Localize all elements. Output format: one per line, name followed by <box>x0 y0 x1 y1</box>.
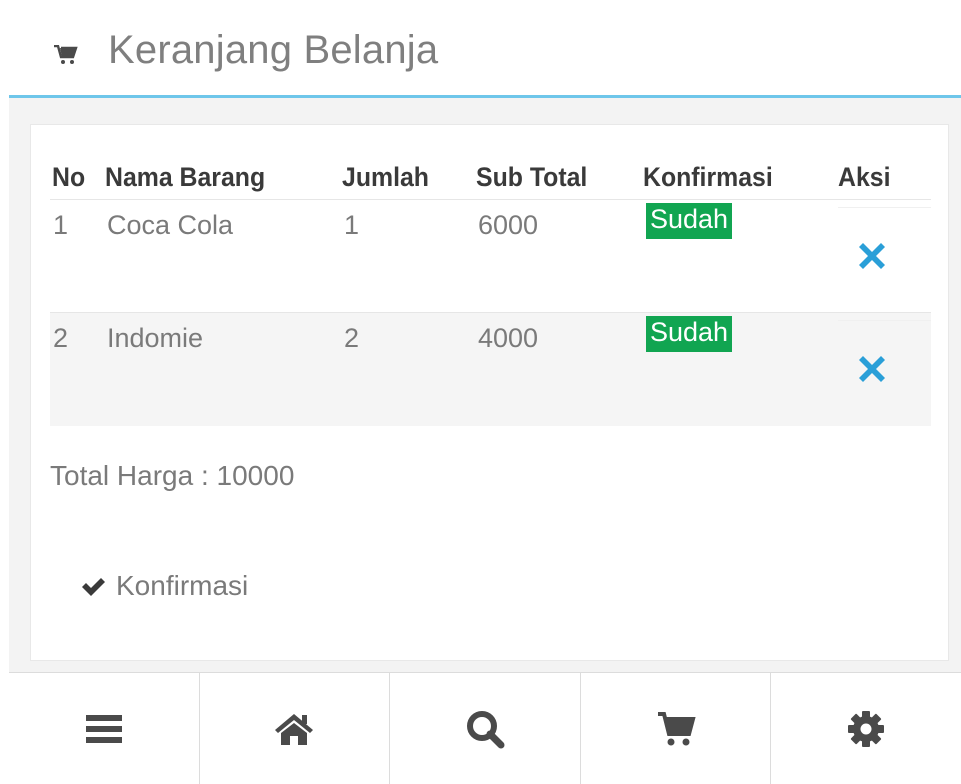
column-header-no: No <box>52 162 86 192</box>
delete-x-icon[interactable] <box>854 238 890 274</box>
cell-subtotal: 4000 <box>478 323 539 353</box>
nav-search[interactable] <box>390 673 581 784</box>
column-header-action: Aksi <box>838 162 891 192</box>
shopping-cart-page: Keranjang Belanja No Nama Barang Jumlah … <box>0 0 961 784</box>
action-cell <box>838 320 931 427</box>
status-badge: Sudah <box>646 316 733 352</box>
home-icon <box>275 713 314 745</box>
column-header-subtotal: Sub Total <box>476 162 588 192</box>
delete-x-icon[interactable] <box>854 351 890 387</box>
cart-icon <box>54 44 78 64</box>
total-price: Total Harga : 10000 <box>50 460 295 491</box>
confirm-button-label: Konfirmasi <box>116 570 249 601</box>
cart-icon <box>657 711 696 745</box>
status-badge: Sudah <box>646 203 733 239</box>
gear-icon <box>848 710 885 747</box>
action-cell <box>838 207 931 314</box>
table-header: No Nama Barang Jumlah Sub Total Konfirma… <box>50 158 931 200</box>
bottom-nav <box>9 672 961 784</box>
confirm-button[interactable]: Konfirmasi <box>80 566 248 606</box>
column-header-confirmation: Konfirmasi <box>643 162 773 192</box>
cell-qty: 2 <box>344 323 360 353</box>
menu-icon <box>85 714 122 743</box>
page-title-text: Keranjang Belanja <box>108 28 439 72</box>
page-title: Keranjang Belanja <box>54 28 438 73</box>
cell-no: 1 <box>53 210 69 240</box>
cell-no: 2 <box>53 323 69 353</box>
column-header-qty: Jumlah <box>342 162 429 192</box>
table-row: 1 Coca Cola 1 6000 Sudah <box>50 199 931 313</box>
search-icon <box>466 710 505 748</box>
nav-settings[interactable] <box>771 673 961 784</box>
cell-qty: 1 <box>344 210 360 240</box>
page-header: Keranjang Belanja <box>0 0 961 98</box>
nav-menu[interactable] <box>9 673 200 784</box>
table-row: 2 Indomie 2 4000 Sudah <box>50 312 931 426</box>
cell-subtotal: 6000 <box>478 210 539 240</box>
column-header-name: Nama Barang <box>105 162 266 192</box>
check-icon <box>82 578 105 596</box>
cell-name: Indomie <box>107 323 204 353</box>
nav-cart[interactable] <box>581 673 772 784</box>
cell-name: Coca Cola <box>107 210 234 240</box>
nav-home[interactable] <box>200 673 391 784</box>
